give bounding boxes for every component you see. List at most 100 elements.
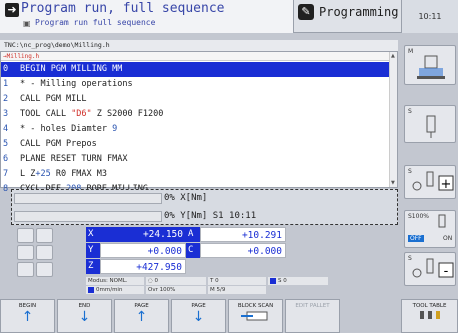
status-overview: 0% X[Nm] 0% Y[Nm] S1 10:11 [11,189,398,225]
off-label: OFF [408,235,424,242]
programming-label: Programming [319,5,399,19]
clock: 10:11 [401,0,458,33]
softkey-end[interactable]: END ↓ [57,299,112,333]
mode-title: Program run, full sequence [21,1,225,16]
feed-rate: 0mm/min [86,286,144,294]
m-function: M 5/9 [208,286,266,294]
feed-icon [88,286,94,293]
status-line-2: 0% Y[Nm] S1 10:11 [164,211,257,221]
arrow-up-icon: ↑ [21,309,34,325]
line-text: CALL PGM Prepos [20,139,97,149]
axis-a-value: +10.291 [200,227,286,242]
s-label: S [408,168,412,175]
axis-c-label: C [186,243,200,258]
line-text: TOOL CALL "D6" Z S2000 F1200 [20,109,164,119]
line-text: * - Milling operations [20,79,133,89]
program-line[interactable]: 1 * - Milling operations [1,77,389,92]
file-path: TNC:\nc_prog\demo\Milling.h [0,40,398,51]
spindle-button[interactable]: S [404,105,456,143]
s-label: S [408,108,412,115]
axis-y-value: +0.000 [100,243,186,258]
tool-name: "D6" [71,109,92,119]
softkey-tool-table[interactable]: TOOL TABLE [401,299,458,333]
toolbar-button[interactable] [17,262,34,277]
line-number: 1 [3,79,9,89]
program-window[interactable]: →Milling.h 0 BEGIN PGM MILLING MM 1 * - Mi… [0,51,398,194]
programming-mode-tab[interactable]: ✎ Programming [294,0,401,33]
scrollbar[interactable]: ▲ ▼ [389,52,397,187]
edit-icon: ✎ [298,4,314,20]
line-text: * - holes Diamter 9 [20,124,118,134]
line-number: 4 [3,124,9,134]
program-line[interactable]: 2 CALL PGM MILL [1,92,389,107]
spindle-override-minus[interactable]: S - [404,252,456,286]
line-number: 5 [3,139,9,149]
arrow-down-icon: ↓ [192,309,205,325]
line-number-value: 9 [112,124,118,134]
toolbar-button[interactable] [36,262,53,277]
operating-mode-panel[interactable]: ➜ Program run, full sequence ▣ Program r… [0,0,294,33]
s100-label: S100% [408,213,429,220]
arrow-up-icon: ↑ [135,309,148,325]
line-text: PLANE RESET TURN FMAX [20,154,128,164]
program-lines: 0 BEGIN PGM MILLING MM 1 * - Milling opera… [1,62,389,197]
feed-rate-value: 0mm/min [96,287,123,293]
machine-function-button[interactable]: M [404,45,456,85]
on-label: ON [443,235,453,242]
axis-x-label: X [86,227,100,242]
line-number: 6 [3,154,9,164]
spindle-override-plus[interactable]: S + [404,165,456,199]
arrow-down-icon: ↓ [78,309,91,325]
program-filename: →Milling.h [1,52,389,61]
spindle-toggle[interactable]: S100% OFF ON [404,210,456,248]
svg-text:+: + [441,177,452,192]
line-number: 8 [3,184,9,194]
program-line[interactable]: 7 L Z+25 R0 FMAX M3 [1,167,389,182]
file-icon: ▣ [23,19,31,28]
right-softkey-column: M S S + S100% OFF ON S - [401,33,458,296]
tool-icon: ◌ [148,278,153,284]
softkey-page-down[interactable]: PAGE ↓ [171,299,226,333]
toolbar-button[interactable] [36,228,53,243]
program-line[interactable]: 6 PLANE RESET TURN FMAX [1,152,389,167]
toolbar-button[interactable] [36,245,53,260]
z-value: +25 [35,169,51,179]
line-number: 0 [3,64,9,74]
toolbar-button[interactable] [17,245,34,260]
softkey-begin[interactable]: BEGIN ↑ [0,299,55,333]
s-label: S [408,255,412,262]
block-scan-icon [241,311,268,321]
arrow-right-icon: ➜ [5,3,19,17]
tool-table-icon [420,311,440,319]
softkey-edit-pallet: EDIT PALLET [285,299,340,333]
line-number: 2 [3,94,9,104]
scroll-up-icon[interactable]: ▲ [391,53,395,59]
feed-override-bar [14,193,162,204]
spindle-speed: S 0 [268,277,328,285]
softkey-block-scan[interactable]: BLOCK SCAN [228,299,283,333]
spindle-icon [270,277,276,284]
program-line[interactable]: 5 CALL PGM Prepos [1,137,389,152]
svg-text:-: - [444,264,449,279]
toolbar-button[interactable] [17,228,34,243]
axis-c-value: +0.000 [200,243,286,258]
axis-z-label: Z [86,259,100,274]
spindle-plus-icon: + [412,171,454,192]
program-line[interactable]: 4 * - holes Diamter 9 [1,122,389,137]
softkey-label: BLOCK SCAN [237,303,274,309]
header: ➜ Program run, full sequence ▣ Program r… [0,0,401,33]
line-text: CALL PGM MILL [20,94,87,104]
scroll-down-icon[interactable]: ▼ [391,180,395,186]
cnc-screen: ➜ Program run, full sequence ▣ Program r… [0,0,458,333]
line-text: L Z+25 R0 FMAX M3 [20,169,108,179]
program-line[interactable]: 0 BEGIN PGM MILLING MM [1,62,389,77]
axis-a-label: A [186,227,200,242]
position-display: X +24.150 A +10.291 Y +0.000 C +0.000 Z … [0,226,398,296]
mode-subtitle: Program run full sequence [35,18,156,27]
softkey-label: EDIT PALLET [295,303,330,309]
line-text: BEGIN PGM MILLING MM [20,64,123,74]
tool-status: ◌ 0 [146,277,206,285]
softkey-page-up[interactable]: PAGE ↑ [114,299,169,333]
mode-status: Modus: NOML. [86,277,144,285]
program-line[interactable]: 3 TOOL CALL "D6" Z S2000 F1200 [1,107,389,122]
